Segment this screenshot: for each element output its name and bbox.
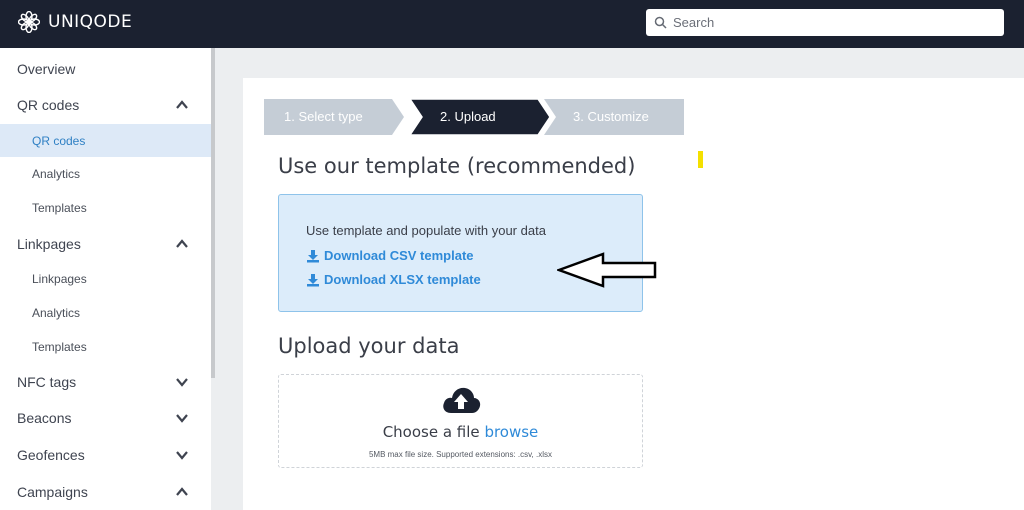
sidebar-subitem-label: Linkpages xyxy=(32,272,87,286)
sidebar-subitem-linkpages[interactable]: Linkpages xyxy=(0,267,211,291)
sidebar-item-linkpages[interactable]: Linkpages xyxy=(0,231,211,257)
chevron-up-icon[interactable] xyxy=(175,237,189,251)
download-icon xyxy=(307,249,319,262)
step-1-label[interactable]: 1. Select type xyxy=(284,99,363,135)
sidebar-item-campaigns[interactable]: Campaigns xyxy=(0,479,211,505)
chevron-up-icon[interactable] xyxy=(175,485,189,499)
sidebar-item-overview[interactable]: Overview xyxy=(0,56,211,82)
sidebar-item-label: QR codes xyxy=(17,97,80,113)
yellow-marker xyxy=(698,151,703,168)
download-xlsx-link[interactable]: Download XLSX template xyxy=(306,272,481,287)
search-box[interactable] xyxy=(646,9,1004,36)
sidebar-item-label: Overview xyxy=(17,61,76,77)
sidebar-item-geofences[interactable]: Geofences xyxy=(0,442,211,468)
template-section-title: Use our template (recommended) xyxy=(278,154,636,178)
choose-file-label: Choose a file xyxy=(382,423,480,441)
chevron-up-icon[interactable] xyxy=(175,98,189,112)
sidebar-subitem-label: Templates xyxy=(32,340,87,354)
brand-name: UNIQODE xyxy=(48,12,133,32)
file-size-hint: 5MB max file size. Supported extensions:… xyxy=(368,450,553,459)
brand-logo[interactable]: UNIQODE xyxy=(18,11,132,33)
flower-logo-icon xyxy=(18,11,40,33)
sidebar-item-label: NFC tags xyxy=(17,374,77,390)
file-dropzone[interactable]: Choose a file browse 5MB max file size. … xyxy=(278,374,643,468)
sidebar-scrollbar[interactable] xyxy=(211,48,215,378)
sidebar-item-label: Geofences xyxy=(17,447,85,463)
top-bar: UNIQODE xyxy=(0,0,1024,48)
sidebar-subitem-label: QR codes xyxy=(32,133,86,148)
download-csv-label: Download CSV template xyxy=(324,248,474,263)
step-3-label[interactable]: 3. Customize xyxy=(573,99,649,135)
upload-section-title: Upload your data xyxy=(278,334,460,358)
sidebar-item-beacons[interactable]: Beacons xyxy=(0,405,211,431)
sidebar-subitem-label: Analytics xyxy=(32,167,81,181)
sidebar-subitem-qr-analytics[interactable]: Analytics xyxy=(0,162,211,186)
chevron-down-icon[interactable] xyxy=(175,411,189,425)
sidebar-subitem-qr-codes[interactable]: QR codes xyxy=(0,124,211,157)
download-xlsx-label: Download XLSX template xyxy=(324,272,481,287)
browse-link[interactable]: browse xyxy=(484,423,538,441)
template-description: Use template and populate with your data xyxy=(306,223,546,238)
left-arrow-annotation-icon xyxy=(557,252,657,288)
sidebar-item-label: Beacons xyxy=(17,410,72,426)
sidebar-subitem-linkpages-analytics[interactable]: Analytics xyxy=(0,301,211,325)
stepper: 1. Select type 2. Upload 3. Customize xyxy=(264,99,684,135)
search-input[interactable] xyxy=(673,15,993,30)
choose-file-text: Choose a file browse xyxy=(279,423,642,441)
download-csv-link[interactable]: Download CSV template xyxy=(306,248,474,263)
sidebar-subitem-label: Templates xyxy=(32,201,87,215)
search-icon xyxy=(654,16,667,29)
sidebar-item-qr-codes[interactable]: QR codes xyxy=(0,92,211,118)
step-2-label[interactable]: 2. Upload xyxy=(440,99,496,135)
download-icon xyxy=(307,273,319,286)
cloud-upload-icon xyxy=(443,387,481,413)
sidebar-item-nfc-tags[interactable]: NFC tags xyxy=(0,369,211,395)
sidebar-subitem-linkpages-templates[interactable]: Templates xyxy=(0,335,211,359)
chevron-down-icon[interactable] xyxy=(175,375,189,389)
sidebar-subitem-qr-templates[interactable]: Templates xyxy=(0,196,211,220)
sidebar-subitem-label: Analytics xyxy=(32,306,81,320)
chevron-down-icon[interactable] xyxy=(175,448,189,462)
sidebar-item-label: Campaigns xyxy=(17,484,88,500)
sidebar-item-label: Linkpages xyxy=(17,236,81,252)
